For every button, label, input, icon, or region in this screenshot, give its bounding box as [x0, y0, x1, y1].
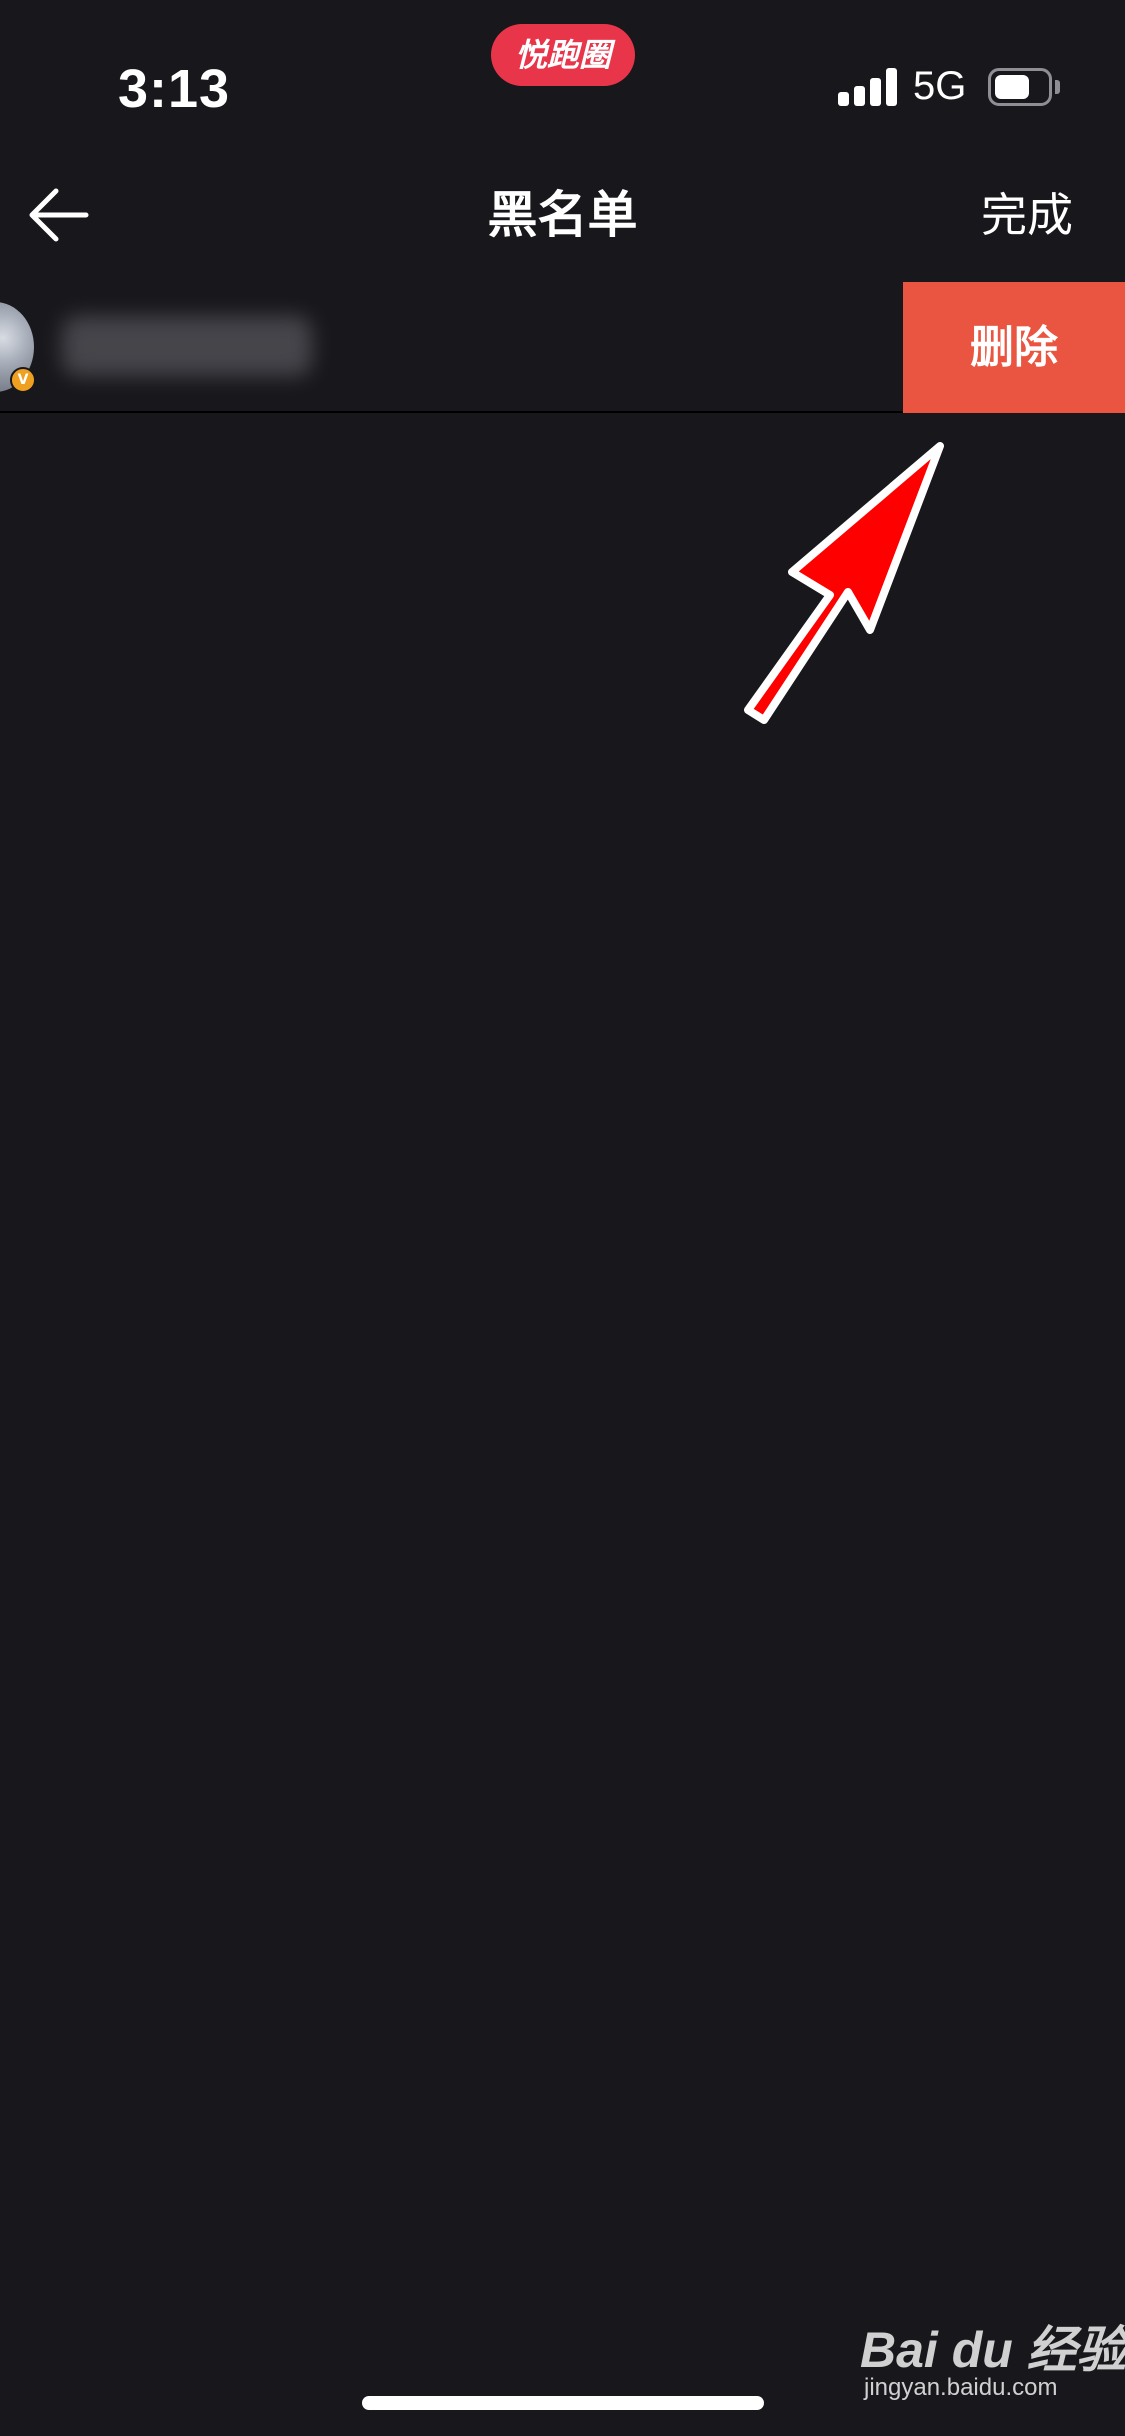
battery-level — [995, 75, 1029, 99]
username-blurred — [62, 316, 312, 376]
verified-badge-icon: V — [10, 367, 36, 393]
signal-strength-icon — [838, 66, 898, 106]
arrow-left-icon — [29, 188, 89, 242]
baidu-logo: Bai du 经验 — [860, 2322, 1125, 2378]
nav-bar: 黑名单 完成 — [0, 160, 1125, 270]
annotation-arrow-icon — [744, 442, 944, 724]
watermark-url: jingyan.baidu.com — [864, 2374, 1058, 2401]
delete-button[interactable]: 删除 — [903, 282, 1125, 413]
home-indicator[interactable] — [362, 2396, 764, 2410]
done-button[interactable]: 完成 — [981, 160, 1073, 270]
page-title: 黑名单 — [487, 186, 638, 244]
status-time: 3:13 — [118, 59, 231, 119]
screen: 3:13 悦跑圈 5G 黑名单 完成 V 删除 Bai du 经验 jingya… — [0, 0, 1125, 2436]
status-bar: 3:13 悦跑圈 5G — [0, 0, 1125, 150]
blacklist-row[interactable]: V 删除 — [0, 282, 1125, 413]
baidu-watermark: Bai du 经验 jingyan.baidu.com — [860, 2310, 1125, 2410]
back-button[interactable] — [22, 180, 102, 250]
network-type: 5G — [913, 64, 967, 108]
active-app-pill[interactable]: 悦跑圈 — [491, 24, 635, 86]
battery-cap — [1055, 80, 1060, 94]
battery-icon — [988, 68, 1052, 106]
